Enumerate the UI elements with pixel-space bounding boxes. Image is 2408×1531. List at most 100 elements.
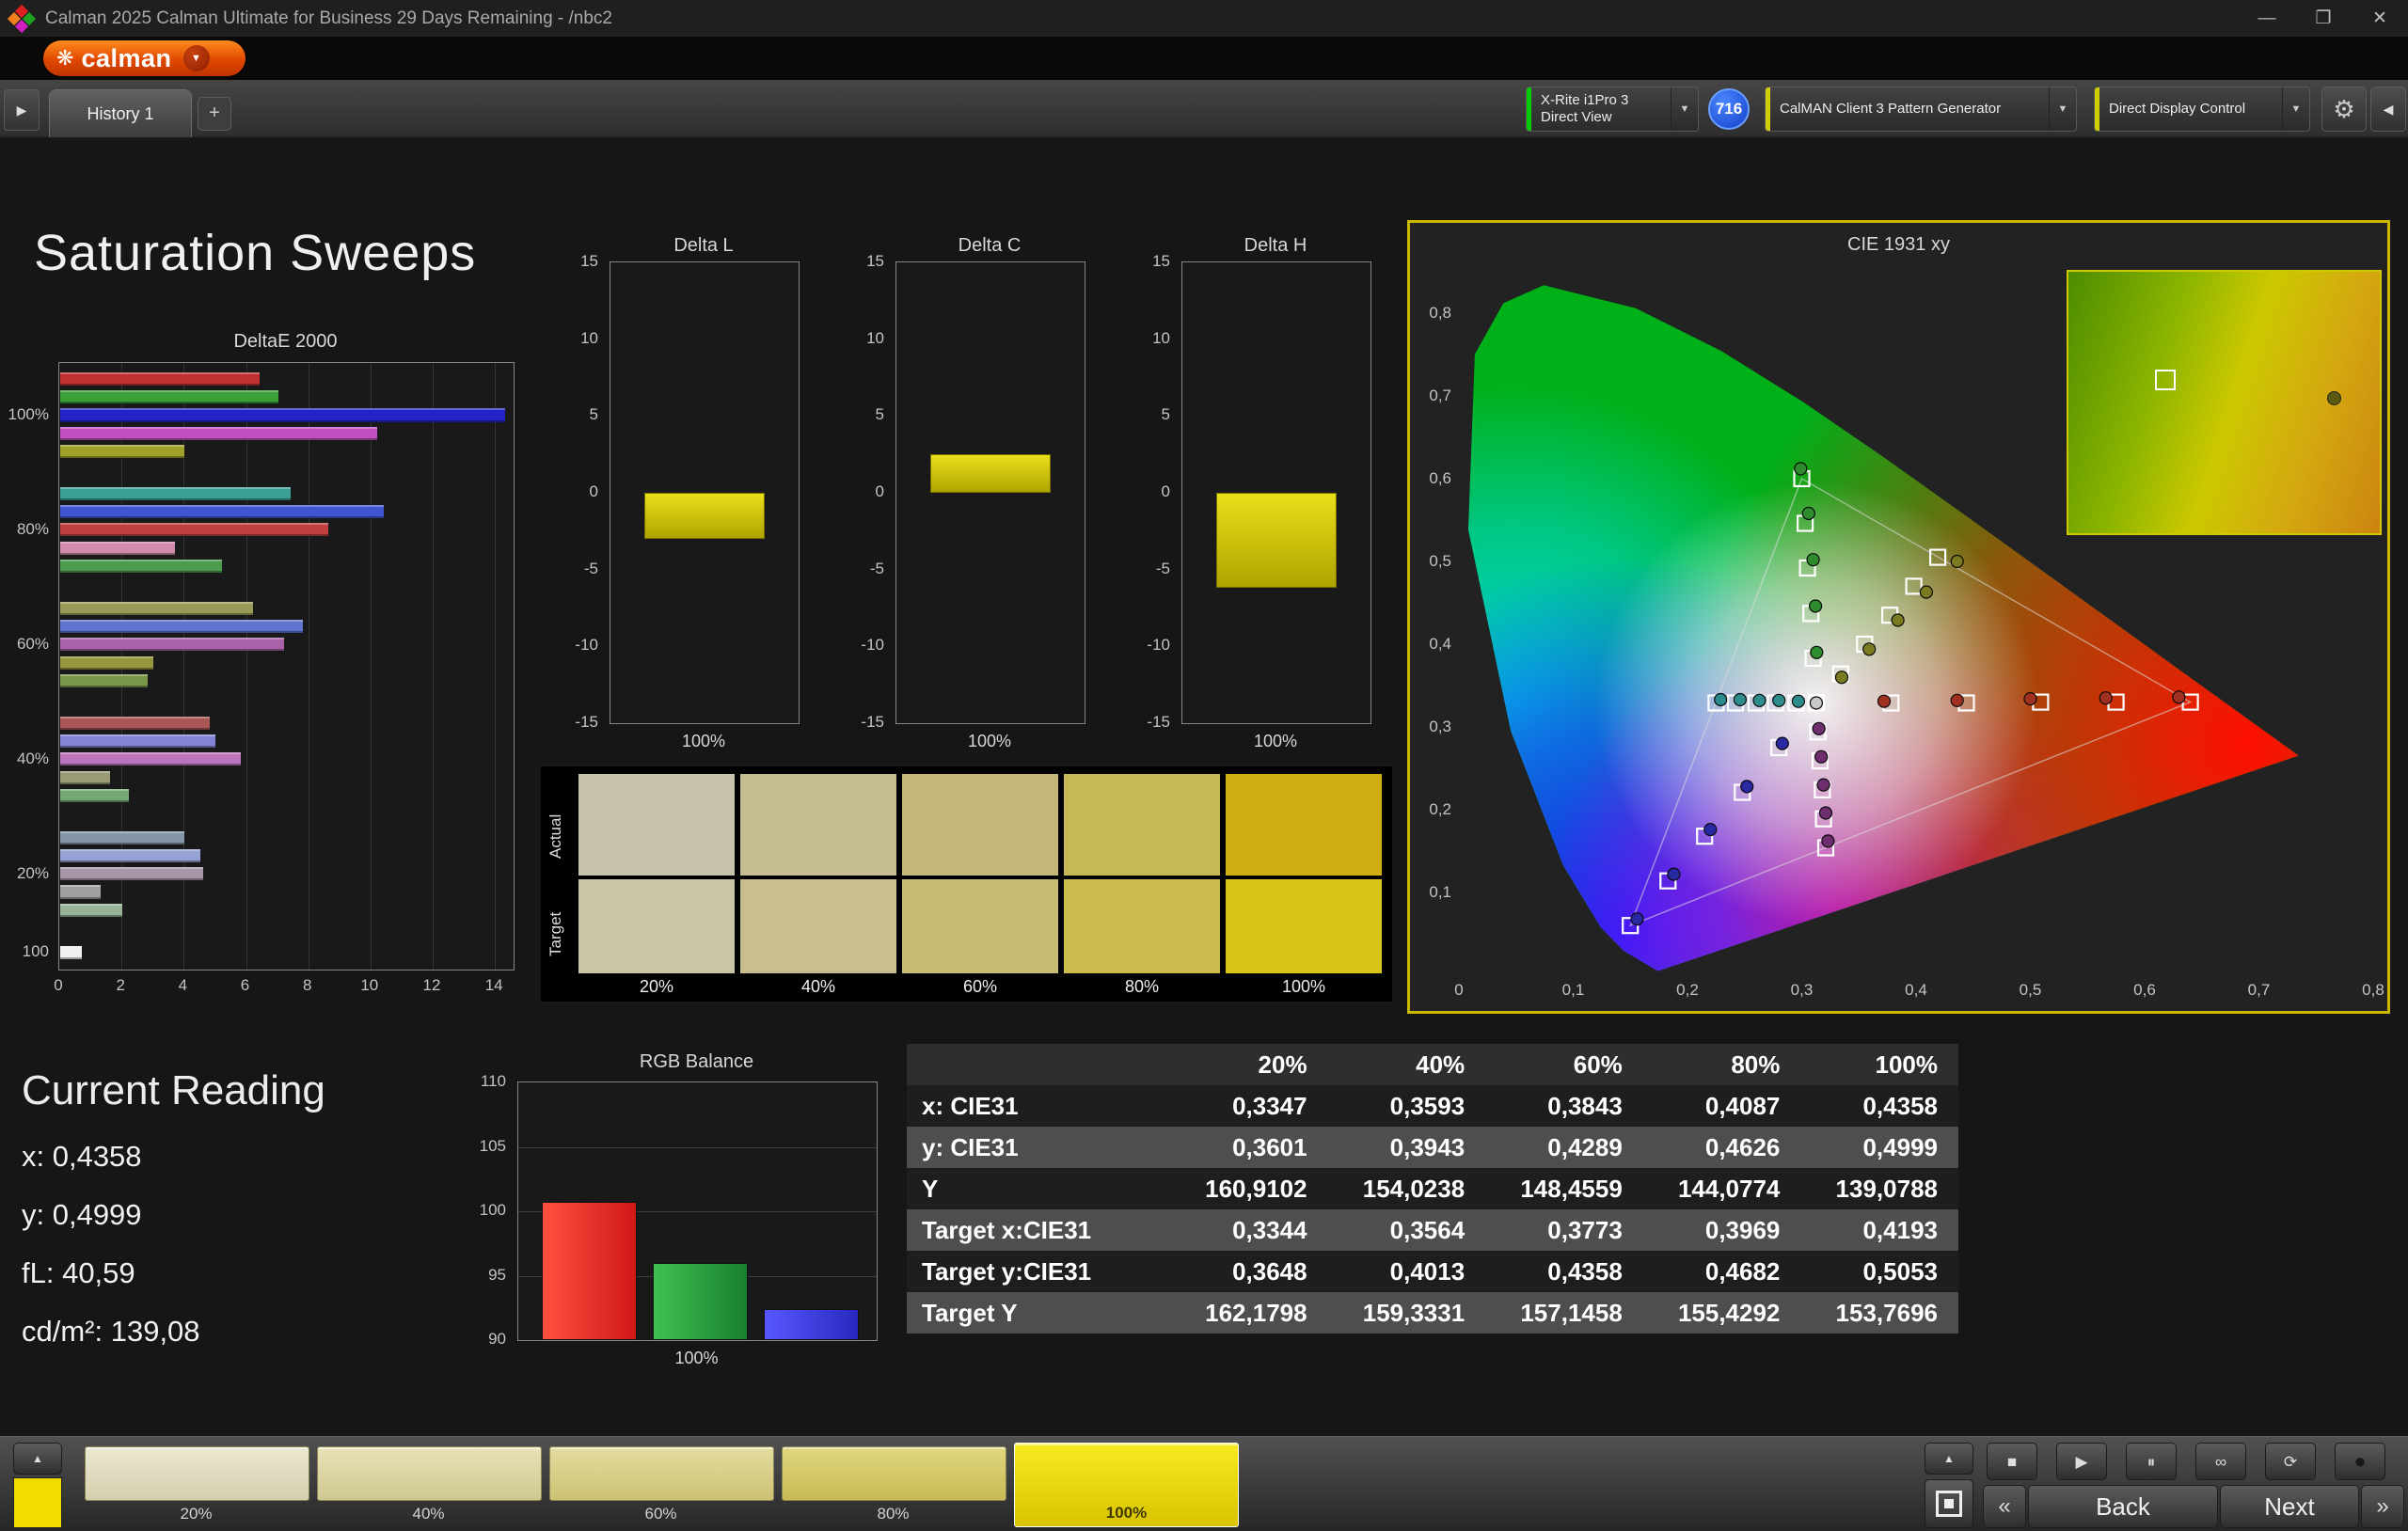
y-tick-label: 105	[465, 1137, 506, 1156]
pattern-tile-label: 20%	[85, 1505, 308, 1523]
record-icon: ●	[2353, 1451, 2366, 1472]
calman-flower-icon: ❋	[56, 46, 73, 71]
deltae-bar	[60, 734, 215, 748]
y-tick-label: 0,6	[1410, 469, 1451, 488]
next-button[interactable]: Next	[2220, 1485, 2359, 1528]
meter-count-badge[interactable]: 716	[1708, 88, 1750, 130]
calman-menu-arrow-icon[interactable]: ▼	[183, 45, 210, 71]
y-tick-label: 0,5	[1410, 552, 1451, 571]
next-chevron-button[interactable]: »	[2361, 1485, 2404, 1528]
table-cell: 160,9102	[1170, 1168, 1328, 1209]
column-header: 40%	[1328, 1044, 1486, 1085]
play-button[interactable]: ▶	[2056, 1443, 2107, 1480]
x-tick-label: 0,3	[1783, 981, 1821, 1000]
up-arrow-icon: ▲	[32, 1452, 43, 1465]
back-chevron-button[interactable]: «	[1983, 1485, 2026, 1528]
pattern-list-up-button[interactable]: ▲	[13, 1443, 62, 1475]
gridline	[246, 363, 247, 970]
deltae-chart-title: DeltaE 2000	[58, 331, 513, 353]
y-tick-label: -15	[843, 713, 884, 732]
refresh-button[interactable]: ⟳	[2265, 1443, 2316, 1480]
expand-right-icon: ▶	[17, 103, 27, 118]
pattern-tile-label: 60%	[549, 1505, 772, 1523]
inset-target-marker	[2155, 370, 2176, 390]
rgb-balance-chart	[517, 1081, 878, 1341]
chevron-down-icon[interactable]: ▼	[1671, 87, 1698, 131]
table-row: y: CIE310,36010,39430,42890,46260,4999	[907, 1127, 1958, 1168]
table-cell: 0,3943	[1328, 1127, 1486, 1168]
pattern-tile-100%[interactable]: 100%	[1014, 1443, 1239, 1527]
add-tab-button[interactable]: +	[198, 97, 231, 131]
rgb-bar-red	[542, 1202, 637, 1340]
deltae-bar	[60, 445, 184, 458]
refresh-icon: ⟳	[2284, 1454, 2297, 1470]
chevron-down-icon[interactable]: ▼	[2282, 87, 2309, 131]
y-tick-label: 0,3	[1410, 718, 1451, 736]
table-cell: 0,3843	[1485, 1085, 1643, 1127]
deltae-bar	[60, 408, 505, 421]
cie-zoom-inset	[2067, 270, 2382, 535]
maximize-button[interactable]: ❐	[2295, 0, 2352, 37]
collapse-panel-button[interactable]: ◀	[2370, 87, 2406, 132]
chevron-right-icon: »	[2376, 1493, 2388, 1520]
pattern-tile-60%[interactable]	[549, 1446, 774, 1501]
row-label: Target Y	[907, 1292, 1170, 1334]
pattern-tile-40%[interactable]	[317, 1446, 542, 1501]
transport-up-button[interactable]: ▲	[1925, 1443, 1973, 1475]
pattern-generator-dropdown[interactable]: CalMAN Client 3 Pattern Generator ▼	[1765, 87, 2077, 132]
app-logo-icon	[9, 7, 34, 31]
table-cell: 155,4292	[1643, 1292, 1801, 1334]
pattern-window-button[interactable]	[1925, 1479, 1973, 1528]
deltae-bar	[60, 867, 203, 880]
settings-button[interactable]: ⚙	[2321, 87, 2367, 132]
pattern-tile-label: 100%	[1015, 1504, 1238, 1523]
stop-icon: ■	[2007, 1454, 2017, 1470]
x-tick-label: 0,7	[2241, 981, 2278, 1000]
target-swatch-20%	[578, 879, 735, 973]
table-cell: 162,1798	[1170, 1292, 1328, 1334]
y-tick-label: -5	[557, 560, 598, 578]
meter-dropdown[interactable]: X-Rite i1Pro 3 Direct View ▼	[1526, 87, 1699, 132]
delta-c-x-label: 100%	[895, 732, 1084, 751]
table-cell: 0,3564	[1328, 1209, 1486, 1251]
loop-infinite-button[interactable]: ∞	[2195, 1443, 2246, 1480]
gridline	[495, 363, 496, 970]
delta-c-chart	[895, 261, 1085, 724]
rgb-balance-y-axis: 1101051009590	[465, 1081, 512, 1339]
table-cell: 0,3648	[1170, 1251, 1328, 1292]
close-button[interactable]: ✕	[2352, 0, 2408, 37]
y-tick-label: 10	[557, 329, 598, 348]
x-tick-label: 0,8	[2354, 981, 2392, 1000]
back-button[interactable]: Back	[2028, 1485, 2218, 1528]
expand-panel-button[interactable]: ▶	[4, 89, 40, 131]
display-control-dropdown[interactable]: Direct Display Control ▼	[2094, 87, 2310, 132]
y-tick-label: 100	[465, 1201, 506, 1220]
pattern-tile-label: 80%	[782, 1505, 1005, 1523]
pattern-generator-label: CalMAN Client 3 Pattern Generator	[1770, 101, 2049, 118]
column-header: 80%	[1643, 1044, 1801, 1085]
row-label: y: CIE31	[907, 1127, 1170, 1168]
x-tick-label: 0,6	[2126, 981, 2163, 1000]
actual-swatch-80%	[1064, 774, 1220, 876]
deltae-y-axis: 100%80%60%40%20%100	[0, 362, 53, 969]
tab-history-1[interactable]: History 1	[49, 89, 192, 137]
current-pattern-swatch	[13, 1477, 62, 1528]
deltae-bar	[60, 849, 200, 862]
deltae-bar	[60, 717, 210, 730]
chevron-down-icon[interactable]: ▼	[2049, 87, 2076, 131]
stop-button[interactable]: ■	[1987, 1443, 2037, 1480]
pattern-tile-80%[interactable]	[782, 1446, 1006, 1501]
pattern-tile-20%[interactable]	[85, 1446, 309, 1501]
y-tick-label: 0,2	[1410, 800, 1451, 819]
column-header: 20%	[1170, 1044, 1328, 1085]
minimize-button[interactable]: —	[2239, 0, 2295, 37]
calman-menu-button[interactable]: ❋ calman ▼	[43, 40, 246, 76]
x-tick-label: 2	[109, 976, 132, 995]
actual-target-swatch-strip: Actual Target 20%40%60%80%100%	[541, 766, 1392, 1002]
y-tick-label: 5	[557, 405, 598, 424]
record-button[interactable]: ●	[2335, 1443, 2385, 1480]
delta-l-chart	[610, 261, 800, 724]
table-row: Y160,9102154,0238148,4559144,0774139,078…	[907, 1168, 1958, 1209]
pause-button[interactable]: ⏸	[2126, 1443, 2177, 1480]
gridline	[371, 363, 372, 970]
